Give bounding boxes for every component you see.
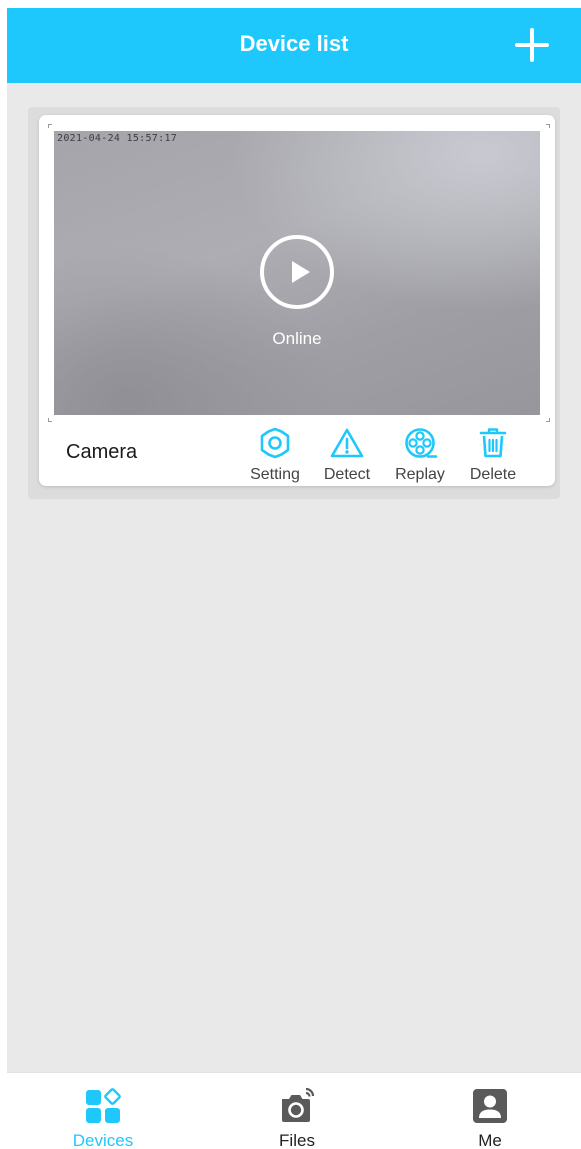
delete-label: Delete [469, 466, 517, 483]
nav-label-files: Files [279, 1131, 315, 1149]
film-reel-icon [405, 428, 438, 458]
gear-icon [260, 427, 290, 459]
app-screen: Device list 2021-04-24 15:57:17 Online C… [7, 8, 581, 1149]
devices-grid-icon [86, 1088, 121, 1123]
device-status: Online [272, 329, 322, 348]
detect-label: Detect [323, 466, 371, 483]
delete-button[interactable]: Delete [462, 425, 524, 483]
device-card: 2021-04-24 15:57:17 Online Camera Settin… [39, 115, 555, 486]
person-icon [473, 1089, 507, 1123]
add-device-button[interactable] [512, 25, 552, 65]
header-bar: Device list [7, 8, 581, 83]
bottom-nav: Devices Files Me [7, 1072, 581, 1149]
device-name: Camera [66, 441, 138, 463]
warning-triangle-icon [330, 428, 364, 458]
camera-icon [282, 1087, 315, 1122]
replay-label: Replay [395, 466, 445, 483]
page-title: Device list [239, 31, 349, 56]
nav-item-me[interactable]: Me [430, 1073, 550, 1149]
play-circle-icon[interactable] [260, 235, 334, 309]
camera-preview[interactable]: 2021-04-24 15:57:17 Online [54, 131, 540, 415]
preview-timestamp: 2021-04-24 15:57:17 [57, 133, 178, 144]
nav-item-files[interactable]: Files [237, 1073, 357, 1149]
play-icon [292, 261, 310, 283]
frame-corner [48, 124, 52, 128]
detect-button[interactable]: Detect [316, 425, 378, 483]
frame-corner [546, 124, 550, 128]
nav-item-devices[interactable]: Devices [43, 1073, 163, 1149]
nav-label-me: Me [478, 1131, 502, 1149]
trash-icon [479, 428, 507, 458]
frame-corner [546, 418, 550, 422]
nav-label-devices: Devices [72, 1131, 134, 1149]
setting-label: Setting [250, 466, 300, 483]
setting-button[interactable]: Setting [244, 425, 306, 483]
frame-corner [48, 418, 52, 422]
replay-button[interactable]: Replay [389, 425, 451, 483]
